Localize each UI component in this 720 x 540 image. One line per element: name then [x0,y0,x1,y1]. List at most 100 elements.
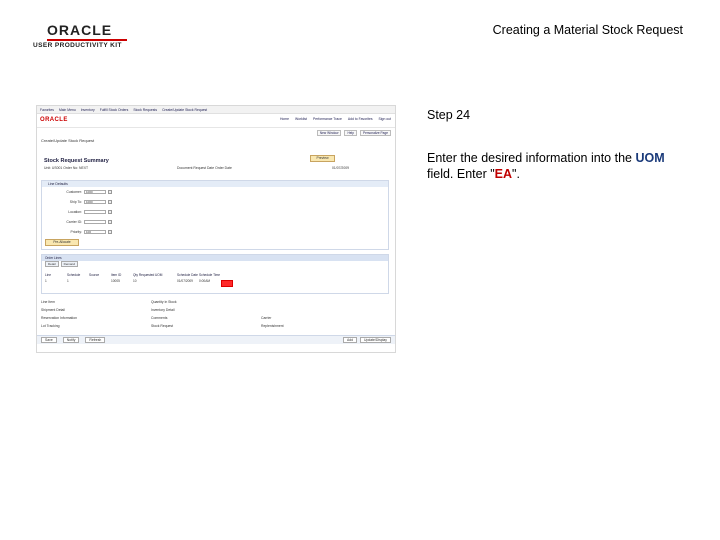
section-title: Stock Request Summary [44,158,109,164]
nav-item[interactable]: Favorites [40,108,54,112]
uom-input-highlight[interactable] [221,280,233,287]
related-link[interactable]: Comments [151,316,261,320]
column-header: Schedule [67,273,81,277]
column-header: UOM [155,273,163,277]
lookup-icon[interactable] [108,200,112,204]
header-link-worklist[interactable]: Worklist [295,117,307,121]
page-footer-toolbar: Save Notify Refresh Add Update/Display [37,335,395,344]
location-input[interactable] [84,210,106,214]
personalize-link[interactable]: Personalize Page [360,130,391,136]
header-links: Home Worklist Performance Trace Add to F… [280,117,391,121]
order-lines-grid: Order Lines Detail Demand Line Schedule … [41,254,389,294]
cell-item[interactable]: 10005 [111,279,133,283]
field-label: Location: [68,210,82,214]
order-dates: Document Request Date Order Date [177,166,232,170]
column-header: Source [89,273,100,277]
cell-qty[interactable]: 10 [133,279,155,283]
help-link[interactable]: Help [344,130,357,136]
link-row: Shipment Detail Inventory Detail [41,306,389,314]
related-link[interactable]: Replenishment [261,324,371,328]
step-value: EA [494,167,513,181]
footer-right-actions: Add Update/Display [342,337,391,343]
breadcrumb-nav: Favorites Main Menu Inventory Fulfill St… [37,106,395,114]
related-link[interactable]: Quantity in Stock [151,300,261,304]
order-date-value: 01/07/2009 [332,166,349,170]
application-screenshot: Favorites Main Menu Inventory Fulfill St… [36,105,396,353]
priority-input[interactable]: 100 [84,230,106,234]
cell-schedule[interactable]: 1 [67,279,89,283]
grid-columns: Line Schedule Source Item ID Qty Request… [42,267,388,277]
lookup-icon[interactable] [108,230,112,234]
column-header: Qty Requested [133,273,155,277]
form-row: Priority: 100 [46,230,112,234]
order-status: Unit: US001 Order No: NEXT [44,166,89,170]
cell-line: 1 [45,278,47,283]
logo-subtitle: USER PRODUCTIVITY KIT [33,42,122,49]
header-link-signout[interactable]: Sign out [379,117,391,121]
step-instruction: Enter the desired information into the U… [427,150,687,182]
form-row: Ship To: 1000 [46,200,112,204]
header-link-home[interactable]: Home [280,117,289,121]
lookup-icon[interactable] [108,210,112,214]
related-link[interactable]: Stock Request [151,324,261,328]
related-link[interactable]: Reservation Information [41,316,151,320]
page-toolbar: New Window Help Personalize Page [37,128,395,138]
tab-detail[interactable]: Detail [45,261,59,267]
related-link[interactable]: Carrier [261,316,371,320]
field-label: Ship To: [69,200,82,204]
cell-time[interactable]: 0:00AM [199,279,221,283]
related-link[interactable]: Inventory Detail [151,308,261,312]
form-row: Location: [46,210,112,214]
link-row: Line Item Quantity in Stock [41,298,389,306]
related-link[interactable]: Shipment Detail [41,308,151,312]
step-text-before: Enter the desired information into the [427,151,636,165]
pre-allocate-button[interactable]: Pre-Allocate [45,239,79,246]
nav-item[interactable]: Stock Requests [133,108,157,112]
slide-title: Creating a Material Stock Request [492,23,683,37]
oracle-upk-logo: ORACLE USER PRODUCTIVITY KIT [33,22,153,49]
field-label: Priority: [70,230,83,234]
update-display-button[interactable]: Update/Display [360,337,391,343]
new-window-link[interactable]: New Window [316,130,342,136]
refresh-button[interactable]: Refresh [85,337,106,343]
logo-brand: ORACLE [47,22,113,38]
form-row: Carrier ID: [46,220,112,224]
cell-date[interactable]: 01/07/2009 [177,279,199,283]
field-label: Customer: [66,190,82,194]
app-logo: ORACLE [40,117,68,123]
tab-demand[interactable]: Demand [60,261,79,267]
save-button[interactable]: Save [41,337,57,343]
lookup-icon[interactable] [108,190,112,194]
nav-item[interactable]: Inventory [81,108,95,112]
column-header: Schedule Date [177,273,198,277]
related-links: Line Item Quantity in Stock Shipment Det… [41,298,389,330]
field-label: Carrier ID: [66,220,82,224]
customer-input[interactable]: 1000 [84,190,106,194]
notify-button[interactable]: Notify [62,337,80,343]
related-link[interactable]: Lot Tracking [41,324,151,328]
carrier-input[interactable] [84,220,106,224]
column-header: Line [45,273,52,277]
app-header: ORACLE Home Worklist Performance Trace A… [37,114,395,128]
step-text-after: ". [512,167,520,181]
form-row: Customer: 1000 [46,190,112,194]
nav-item[interactable]: Main Menu [59,108,76,112]
link-row: Lot Tracking Stock Request Replenishment [41,322,389,330]
step-field-name: UOM [635,151,665,165]
ship-to-input[interactable]: 1000 [84,200,106,204]
add-button[interactable]: Add [342,337,357,343]
header-link-trace[interactable]: Performance Trace [313,117,342,121]
column-header: Schedule Time [199,273,221,277]
lookup-icon[interactable] [108,220,112,224]
nav-item[interactable]: Create/Update Stock Request [162,108,207,112]
nav-item[interactable]: Fulfill Stock Orders [100,108,129,112]
column-header: Item ID [111,273,122,277]
header-link-favorites[interactable]: Add to Favorites [348,117,373,121]
page-breadcrumb: Create/Update Stock Request [41,138,95,143]
related-link[interactable]: Line Item [41,300,151,304]
logo-rule [47,39,127,41]
step-text-middle: field. Enter " [427,167,495,181]
line-defaults-header[interactable]: Line Defaults [42,181,388,187]
line-defaults-panel: Line Defaults Customer: 1000 Ship To: 10… [41,180,389,250]
preview-button[interactable]: Preview [310,155,335,162]
